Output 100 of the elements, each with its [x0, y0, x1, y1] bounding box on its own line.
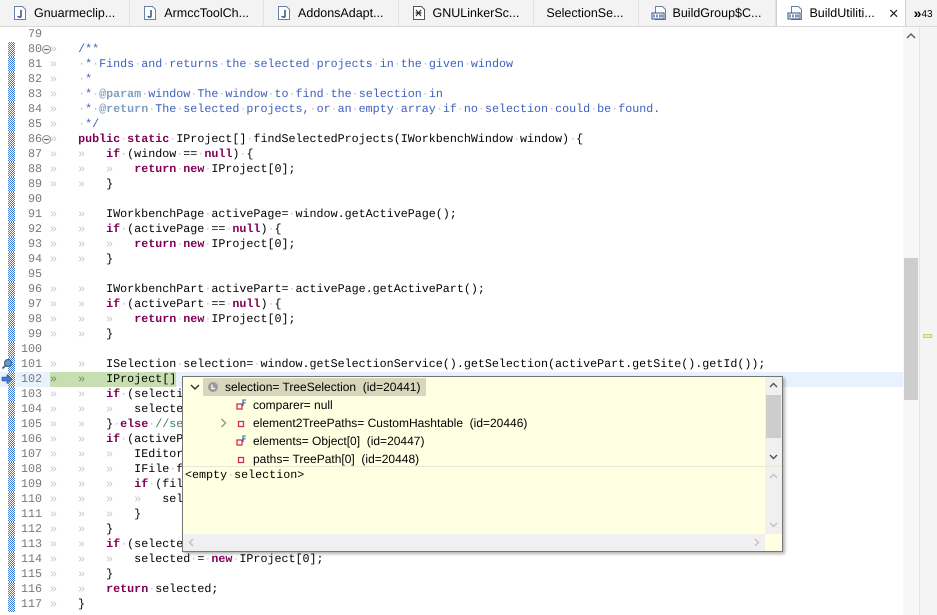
line-number: 91 [28, 207, 42, 222]
line-number: 106 [20, 432, 42, 447]
collapse-icon[interactable] [190, 384, 200, 390]
field-icon [235, 399, 247, 411]
code-line: » » » return·new·IProject[0]; [50, 162, 296, 177]
line-number: 79 [28, 27, 42, 42]
line-number: 115 [20, 567, 42, 582]
scroll-left-icon [188, 538, 194, 547]
line-number: 93 [28, 237, 42, 252]
binary-file-icon [650, 5, 666, 21]
code-line: » » if·(activeP [50, 432, 184, 447]
line-number: 90 [28, 192, 42, 207]
expand-icon[interactable] [220, 418, 226, 428]
line-number: 99 [28, 327, 42, 342]
line-number: 104 [20, 402, 42, 417]
code-line: » » » » sel [50, 492, 184, 507]
file-icon [12, 5, 28, 21]
code-line: » » if·(selecte [50, 537, 184, 552]
line-number: 113 [20, 537, 42, 552]
editor-tab[interactable]: SelectionSe... [534, 0, 638, 26]
line-number: 85 [28, 117, 42, 132]
code-line: » » » if·(fil [50, 477, 184, 492]
code-line: » » » } [50, 507, 142, 522]
editor-tab[interactable]: GNULinkerSc... [398, 0, 534, 26]
overflow-chevron[interactable]: » [914, 6, 922, 20]
scroll-up-icon[interactable] [769, 382, 778, 388]
variable-icon [207, 381, 219, 393]
line-number: 86 [28, 132, 42, 147]
line-number: 109 [20, 477, 42, 492]
line-number: 89 [28, 177, 42, 192]
tree-item[interactable]: comparer= null [231, 396, 339, 414]
scroll-down-icon[interactable] [769, 454, 778, 460]
line-number: 117 [20, 597, 42, 612]
code-line: » } [50, 597, 86, 612]
scroll-up-icon [769, 473, 778, 479]
tree-item[interactable]: element2TreePaths= CustomHashtable (id=20446) [231, 414, 534, 432]
code-line: » » if·(window·==·null)·{ [50, 147, 254, 162]
tree-item[interactable]: paths= TreePath[0] (id=20448) [231, 450, 426, 468]
binary-file-icon [787, 5, 804, 21]
line-number: 101 [20, 357, 42, 372]
code-line: » » } [50, 252, 114, 267]
scroll-right-icon [754, 538, 760, 547]
line-number: 114 [20, 552, 42, 567]
scroll-up-icon[interactable] [906, 32, 916, 39]
editor-tab[interactable]: AddonsAdapt... [264, 0, 399, 26]
code-line: » » } [50, 522, 114, 537]
tree-item[interactable]: selection= TreeSelection (id=20441) [203, 378, 426, 396]
line-number: 92 [28, 222, 42, 237]
line-number: 103 [20, 387, 42, 402]
scroll-thumb[interactable] [766, 395, 781, 438]
line-number: 105 [20, 417, 42, 432]
code-line: » ·*·@param·window·The·window·to·find·the·selection·in [50, 87, 443, 102]
line-number: 95 [28, 267, 42, 282]
code-line: » » ISelection·selection=·window.getSelectionService().getSelection(activePart.getSite().getId()); [50, 357, 766, 372]
code-line: » » } [50, 567, 114, 582]
line-number: 94 [28, 252, 42, 267]
line-number: 108 [20, 462, 42, 477]
document-icon [410, 5, 427, 21]
code-line: » » » IEditor [50, 447, 184, 462]
code-line: » ·*/ [50, 117, 100, 132]
code-line: » » if·(activePart·==·null)·{ [50, 297, 282, 312]
code-line: » » IWorkbenchPage·activePage=·window.getActivePage(); [50, 207, 457, 222]
scrollbar[interactable] [903, 27, 919, 615]
line-number: 83 [28, 87, 42, 102]
code-line: » » » selecte [50, 402, 184, 417]
collapse-icon[interactable] [42, 45, 51, 54]
tree-item[interactable]: elements= Object[0] (id=20447) [231, 432, 430, 450]
line-number: 96 [28, 282, 42, 297]
editor-tab[interactable]: Gnuarmeclip... [0, 0, 130, 26]
line-number: 80 [28, 42, 42, 57]
collapse-icon[interactable] [42, 135, 51, 144]
code-line: » » » return·new·IProject[0]; [50, 312, 296, 327]
code-line: » » return·selected; [50, 582, 218, 597]
code-line: » » » selected·=·new·IProject[0]; [50, 552, 324, 567]
hidden-tab-count: 43 [921, 10, 933, 20]
code-line: » ·* [50, 72, 92, 87]
line-number: 98 [28, 312, 42, 327]
scroll-thumb[interactable] [904, 258, 918, 400]
file-icon [276, 5, 292, 21]
field-icon [235, 435, 247, 447]
editor-tab[interactable]: BuildUtiliti... × [776, 0, 906, 26]
code-line: » public·static·IProject[]·findSelectedProjects(IWorkbenchWindow·window)·{ [50, 132, 584, 147]
scroll-down-icon [769, 522, 778, 528]
code-line: » » IWorkbenchPart·activePart=·activePage.getActivePart(); [50, 282, 485, 297]
code-line: » ·*·@return·The·selected·projects,·or·an·empty·array·if·no·selection·could·be·found. [50, 102, 660, 117]
editor-tab[interactable]: ArmccToolCh... [130, 0, 264, 26]
line-number: 100 [20, 342, 42, 357]
close-button[interactable]: × [888, 4, 899, 22]
detail-text: <empty·selection> [184, 467, 306, 484]
line-number: 97 [28, 297, 42, 312]
line-number: 84 [28, 102, 42, 117]
code-line: » /** [50, 42, 100, 57]
line-number: 112 [20, 522, 42, 537]
line-number: 111 [20, 507, 42, 522]
line-number: 88 [28, 162, 42, 177]
code-line: » » } [50, 327, 114, 342]
file-icon [142, 5, 158, 21]
code-line: » » } [50, 177, 114, 192]
code-line: » » }·else·//se [50, 417, 184, 432]
scrollbar[interactable] [765, 377, 782, 466]
